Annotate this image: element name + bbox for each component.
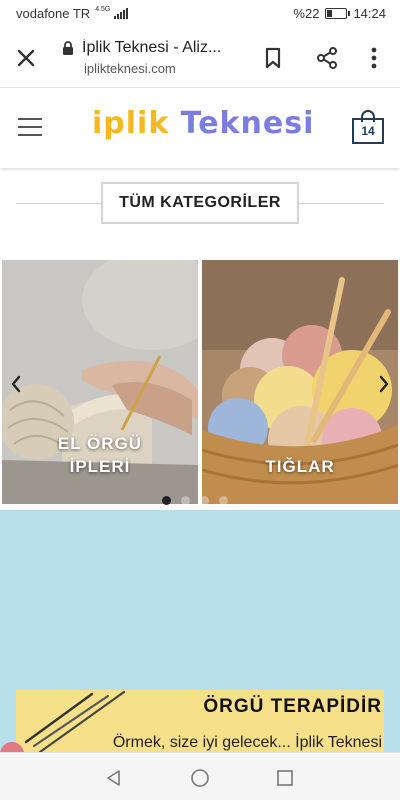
nav-home-button[interactable]: [189, 767, 211, 789]
system-navigation-bar: [0, 752, 400, 800]
logo-word-teknesi: Teknesi: [180, 106, 315, 141]
cart-button[interactable]: 14: [352, 110, 384, 144]
logo-word-iplik: iplik: [92, 106, 170, 141]
chevron-right-icon: [379, 375, 389, 393]
cart-count: 14: [361, 124, 375, 138]
site-header: iplik Teknesi 14: [0, 88, 400, 168]
carousel-dot-active[interactable]: [162, 496, 171, 505]
status-left: vodafone TR 4.5G: [16, 6, 129, 21]
lock-icon: [63, 41, 73, 55]
category-heading: TÜM KATEGORİLER: [0, 182, 400, 224]
banner-subtitle: Örmek, size iyi gelecek... İplik Teknesi: [112, 734, 382, 751]
page-title: İplik Teknesi - Aliz...: [82, 39, 222, 56]
phone-screen: vodafone TR 4.5G %22 14:24 İplik Teknesi…: [0, 0, 400, 800]
carousel-pagination: [162, 496, 228, 505]
chevron-left-icon: [11, 375, 21, 393]
status-right: %22 14:24: [293, 6, 386, 21]
category-label-yarns: EL ÖRGÜ İPLERİ: [2, 432, 198, 478]
bookmark-icon: [265, 47, 281, 69]
site-logo[interactable]: iplik Teknesi: [92, 106, 314, 141]
carousel-prev-button[interactable]: [6, 372, 26, 396]
category-label-crochet-hooks: TIĞLAR: [202, 455, 398, 478]
menu-hamburger-icon[interactable]: [18, 118, 42, 136]
more-vert-icon: [371, 47, 377, 69]
address-bar[interactable]: İplik Teknesi - Aliz... iplikteknesi.com: [62, 39, 248, 76]
status-bar: vodafone TR 4.5G %22 14:24: [0, 0, 400, 28]
signal-icon: [114, 8, 129, 19]
carousel-dot[interactable]: [181, 496, 190, 505]
carrier-name: vodafone TR: [16, 6, 91, 21]
clock: 14:24: [353, 6, 386, 21]
network-type-badge: 4.5G: [95, 6, 111, 13]
category-card-yarns[interactable]: EL ÖRGÜ İPLERİ: [2, 260, 198, 504]
battery-percent: %22: [293, 6, 320, 21]
share-icon: [317, 47, 337, 69]
carousel-next-button[interactable]: [374, 372, 394, 396]
nav-back-button[interactable]: [103, 767, 125, 789]
category-label-line: TIĞLAR: [265, 457, 335, 476]
promo-banner[interactable]: ÖRGÜ TERAPİDİR Örmek, size iyi gelecek..…: [0, 510, 400, 756]
close-tab-button[interactable]: [10, 42, 42, 74]
recents-square-icon: [277, 770, 293, 786]
share-button[interactable]: [313, 44, 341, 72]
browser-toolbar: İplik Teknesi - Aliz... iplikteknesi.com: [0, 28, 400, 88]
close-icon: [17, 49, 35, 67]
carousel-dot[interactable]: [219, 496, 228, 505]
back-triangle-icon: [107, 770, 120, 786]
category-card-crochet-hooks[interactable]: TIĞLAR: [202, 260, 398, 504]
home-circle-icon: [191, 769, 209, 787]
battery-icon: [325, 8, 351, 19]
category-carousel: EL ÖRGÜ İPLERİ TIĞLAR: [0, 260, 400, 506]
category-label-line: İPLERİ: [69, 457, 131, 476]
carousel-dot[interactable]: [200, 496, 209, 505]
banner-title: ÖRGÜ TERAPİDİR: [203, 696, 382, 717]
bookmark-button[interactable]: [259, 44, 287, 72]
category-label-line: EL ÖRGÜ: [57, 434, 143, 453]
nav-recents-button[interactable]: [274, 767, 296, 789]
more-options-button[interactable]: [360, 44, 388, 72]
url-text: iplikteknesi.com: [84, 61, 176, 76]
all-categories-title[interactable]: TÜM KATEGORİLER: [101, 182, 299, 224]
